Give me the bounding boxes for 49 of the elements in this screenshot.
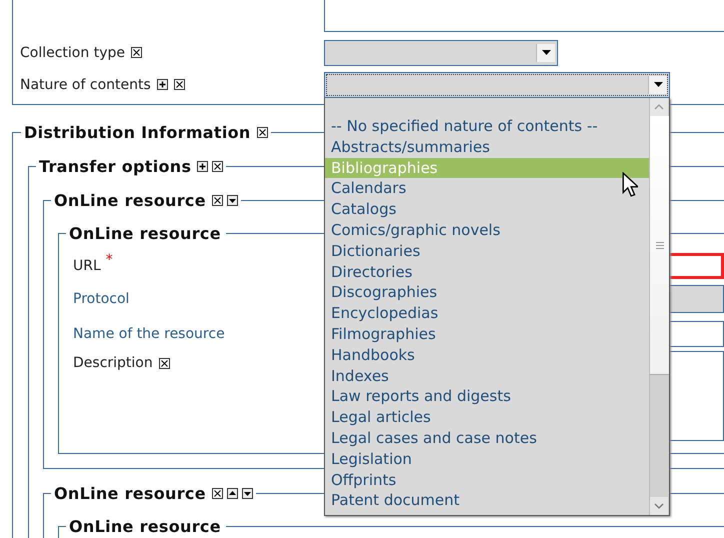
dropdown-option[interactable]: Calendars <box>325 178 649 200</box>
x-box-icon[interactable] <box>174 79 185 90</box>
dropdown-option[interactable]: Handbooks <box>325 344 649 366</box>
field-label: URL <box>73 258 101 274</box>
dropdown-option[interactable]: Discographies <box>325 282 649 304</box>
dropdown-option[interactable]: Catalogs <box>325 199 649 220</box>
section-title: OnLine resource <box>69 224 221 242</box>
section-title: OnLine resource <box>54 190 206 210</box>
dropdown-option[interactable]: Encyclopedias <box>325 303 649 324</box>
dropdown-option[interactable]: Offprints <box>325 470 649 490</box>
select-field[interactable] <box>324 40 558 66</box>
dropdown-option[interactable]: Legislation <box>325 448 649 470</box>
caret-icon <box>542 50 550 55</box>
select-field[interactable] <box>324 72 670 98</box>
x-box-icon[interactable] <box>158 358 170 368</box>
section-title: OnLine resource <box>69 516 221 536</box>
dropdown-option[interactable]: Dictionaries <box>325 240 649 262</box>
dropdown-option[interactable]: -- No specified nature of contents -- <box>325 116 649 137</box>
dropdown-option[interactable]: Abstracts/summaries <box>325 136 649 158</box>
dropdown-option[interactable]: Legal articles <box>325 407 649 428</box>
field-label: Description <box>73 355 153 371</box>
scroll-down-icon[interactable] <box>650 497 668 515</box>
dropdown-option[interactable]: Comics/graphic novels <box>325 220 649 241</box>
dropdown-option[interactable]: Legal cases and case notes <box>325 428 649 449</box>
dropdown-option[interactable]: Law reports and digests <box>325 386 649 408</box>
field-label[interactable]: Name of the resource <box>73 326 225 342</box>
section-title: Transfer options <box>39 156 192 176</box>
required-mark: * <box>106 252 113 268</box>
x-box-icon[interactable] <box>256 126 268 138</box>
dropdown-option[interactable]: Patent document <box>325 490 649 512</box>
field-label: Collection type <box>20 44 125 60</box>
section-title: OnLine resource <box>54 484 206 502</box>
text-field[interactable] <box>324 0 724 32</box>
field-label: Nature of contents <box>20 76 151 92</box>
plus-box-icon[interactable] <box>197 160 208 172</box>
mouse-cursor-icon <box>622 172 638 197</box>
plus-box-icon[interactable] <box>156 79 168 90</box>
section-title: Distribution Information <box>24 122 251 142</box>
scrollbar[interactable] <box>649 98 669 515</box>
x-box-icon[interactable] <box>212 160 224 172</box>
dropdown-option[interactable]: Directories <box>325 262 649 282</box>
caret-icon <box>654 82 662 87</box>
x-box-icon[interactable] <box>212 488 223 498</box>
dropdown-option[interactable]: Indexes <box>325 366 649 386</box>
scrollbar-thumb[interactable] <box>650 116 669 375</box>
x-box-icon[interactable] <box>130 47 142 58</box>
x-box-icon[interactable] <box>212 194 223 206</box>
field-label[interactable]: Protocol <box>73 291 130 307</box>
dropdown-option[interactable]: Filmographies <box>325 324 649 345</box>
